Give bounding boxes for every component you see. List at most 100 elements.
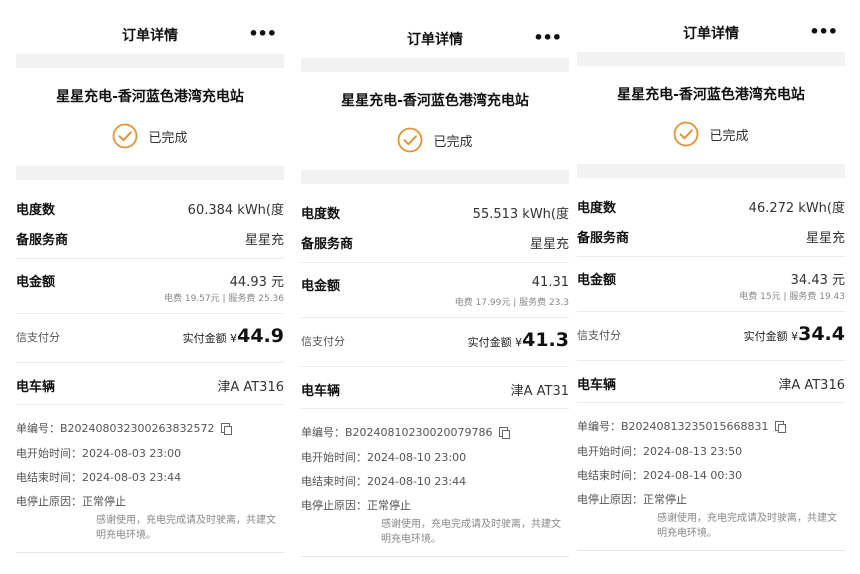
provider-value: 星星充 — [529, 237, 569, 252]
divider — [577, 360, 845, 361]
end-time-value: 2024-08-14 00:30 — [643, 469, 743, 482]
paid-value: 44.9 — [237, 325, 284, 347]
notice-text: 感谢使用，充电完成请及时驶离，共建文明充电环境。 — [657, 513, 837, 539]
end-time-label: 电结束时间： — [577, 469, 643, 482]
check-circle-icon — [674, 121, 699, 147]
provider-row: 备服务商 星星充 — [577, 227, 845, 247]
energy-value: 60.384 kWh(度 — [187, 203, 284, 218]
energy-value: 55.513 kWh(度 — [472, 207, 569, 222]
stop-reason-value: 正常停止 — [367, 499, 411, 512]
start-time-value: 2024-08-10 23:00 — [367, 451, 467, 464]
stop-reason-label: 电停止原因： — [16, 495, 82, 508]
section-gap — [577, 52, 845, 66]
start-time-row: 电开始时间：2024-08-03 23:00 — [16, 445, 284, 461]
payment-row: 信支付分 实付金额 ¥44.9 — [16, 325, 284, 351]
end-time-row: 电结束时间：2024-08-14 00:30 — [577, 467, 845, 483]
start-time-row: 电开始时间：2024-08-13 23:50 — [577, 443, 845, 459]
copy-icon[interactable] — [498, 427, 510, 439]
end-time-value: 2024-08-03 23:44 — [82, 471, 182, 484]
station-name: 星星充电-香河蓝色港湾充电站 — [56, 89, 244, 105]
divider — [301, 366, 569, 367]
paid-prefix: 实付金额 ¥ — [467, 336, 523, 349]
amount-label: 电金额 — [577, 273, 617, 288]
divider — [577, 402, 845, 403]
header: 订单详情 ••• — [301, 26, 569, 54]
more-icon[interactable]: ••• — [809, 22, 838, 41]
paid-prefix: 实付金额 ¥ — [743, 330, 799, 343]
check-circle-icon — [398, 127, 423, 153]
amount-label: 电金额 — [16, 275, 56, 290]
end-time-label: 电结束时间： — [301, 475, 367, 488]
energy-row: 电度数 60.384 kWh(度 — [16, 199, 284, 219]
order-number-label: 单编号： — [577, 420, 621, 433]
order-number-label: 单编号： — [301, 426, 345, 439]
paid-amount: 实付金额 ¥41.3 — [468, 329, 569, 351]
start-time-value: 2024-08-03 23:00 — [82, 447, 182, 460]
amount-row: 电金额 34.43 元 电费 15元 | 服务费 19.43 — [577, 269, 845, 302]
amount-breakdown: 电费 17.99元 | 服务费 23.3 — [454, 298, 569, 308]
paid-value: 41.3 — [522, 329, 569, 351]
divider — [16, 313, 284, 314]
status-row: 已完成 — [577, 120, 845, 148]
credit-pay-label: 信支付分 — [577, 329, 621, 342]
order-detail-panel-1: 订单详情 ••• 星星充电-香河蓝色港湾充电站 已完成 电度数 60.384 k… — [16, 0, 284, 574]
amount-breakdown: 电费 19.57元 | 服务费 25.36 — [163, 294, 284, 304]
status-text: 已完成 — [433, 134, 473, 150]
provider-label: 备服务商 — [301, 237, 354, 252]
vehicle-value: 津A AT31 — [510, 384, 569, 399]
check-circle-icon — [113, 123, 138, 149]
page-title: 订单详情 — [683, 26, 739, 42]
more-icon[interactable]: ••• — [248, 24, 277, 43]
divider — [16, 552, 284, 553]
energy-label: 电度数 — [16, 203, 56, 218]
divider — [301, 556, 569, 557]
energy-value: 46.272 kWh(度 — [748, 201, 845, 216]
amount-breakdown: 电费 15元 | 服务费 19.43 — [739, 292, 845, 302]
provider-value: 星星充 — [244, 233, 284, 248]
header: 订单详情 ••• — [577, 20, 845, 48]
energy-label: 电度数 — [301, 207, 341, 222]
divider — [16, 362, 284, 363]
stop-reason-value: 正常停止 — [82, 495, 126, 508]
vehicle-row: 电车辆 津A AT31 — [301, 380, 569, 400]
divider — [16, 258, 284, 259]
energy-label: 电度数 — [577, 201, 617, 216]
order-number-value: B20240810230020079786 — [345, 426, 493, 439]
paid-amount: 实付金额 ¥34.4 — [744, 323, 845, 345]
order-detail-panel-3: 订单详情 ••• 星星充电-香河蓝色港湾充电站 已完成 电度数 46.272 k… — [577, 0, 845, 572]
end-time-row: 电结束时间：2024-08-03 23:44 — [16, 469, 284, 485]
more-icon[interactable]: ••• — [533, 28, 562, 47]
copy-icon[interactable] — [220, 423, 232, 435]
stop-reason-row: 电停止原因：正常停止 — [577, 491, 845, 507]
start-time-label: 电开始时间： — [16, 447, 82, 460]
order-number-row: 单编号：B20240810230020079786 — [301, 424, 569, 440]
status-text: 已完成 — [148, 130, 188, 146]
amount-value: 34.43 元 — [790, 273, 845, 288]
payment-row: 信支付分 实付金额 ¥34.4 — [577, 323, 845, 349]
provider-row: 备服务商 星星充 — [16, 229, 284, 249]
payment-row: 信支付分 实付金额 ¥41.3 — [301, 329, 569, 355]
amount-row: 电金额 44.93 元 电费 19.57元 | 服务费 25.36 — [16, 271, 284, 304]
vehicle-row: 电车辆 津A AT316 — [16, 376, 284, 396]
divider — [577, 256, 845, 257]
status-text: 已完成 — [709, 128, 749, 144]
divider — [301, 317, 569, 318]
start-time-label: 电开始时间： — [301, 451, 367, 464]
status-row: 已完成 — [301, 126, 569, 154]
status-row: 已完成 — [16, 122, 284, 150]
copy-icon[interactable] — [774, 421, 786, 433]
end-time-label: 电结束时间： — [16, 471, 82, 484]
start-time-row: 电开始时间：2024-08-10 23:00 — [301, 449, 569, 465]
divider — [577, 550, 845, 551]
energy-row: 电度数 46.272 kWh(度 — [577, 197, 845, 217]
order-detail-panel-2: 订单详情 ••• 星星充电-香河蓝色港湾充电站 已完成 电度数 55.513 k… — [301, 4, 569, 574]
section-gap — [301, 170, 569, 184]
vehicle-value: 津A AT316 — [778, 378, 845, 393]
order-number-row: 单编号：B202408032300263832572 — [16, 420, 284, 436]
provider-value: 星星充 — [805, 231, 845, 246]
credit-pay-label: 信支付分 — [16, 331, 60, 344]
order-number-value: B20240813235015668831 — [621, 420, 769, 433]
provider-row: 备服务商 星星充 — [301, 233, 569, 253]
order-number-value: B202408032300263832572 — [60, 422, 215, 435]
divider — [301, 262, 569, 263]
